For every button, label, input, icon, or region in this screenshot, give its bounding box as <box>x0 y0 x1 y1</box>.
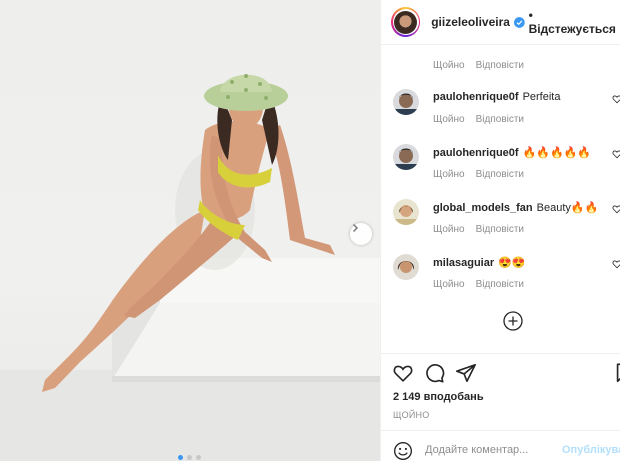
post-comment-button[interactable]: Опублікува <box>562 444 620 456</box>
verified-badge-icon <box>513 16 525 28</box>
carousel-dot <box>178 455 183 460</box>
post-time: ЩОЙНО <box>393 410 430 420</box>
comment-meta: Щойно Відповісти <box>433 60 524 71</box>
comment-username[interactable]: paulohenrique0f <box>433 91 519 103</box>
heart-icon[interactable] <box>612 259 620 269</box>
reply-button[interactable]: Відповісти <box>476 224 524 235</box>
avatar[interactable] <box>391 7 421 37</box>
post-header: giizeleoliveira • Відстежується <box>381 0 620 45</box>
comment-text: Beauty🔥🔥 <box>536 202 599 214</box>
avatar[interactable] <box>393 254 419 280</box>
heart-icon[interactable] <box>612 149 620 159</box>
following-label[interactable]: • Відстежується <box>529 8 620 36</box>
heart-icon[interactable] <box>612 204 620 214</box>
reply-button[interactable]: Відповісти <box>476 60 524 71</box>
add-comment-bar: Опублікува <box>381 430 620 463</box>
reply-button[interactable]: Відповісти <box>476 279 524 290</box>
comment-icon[interactable] <box>423 362 445 384</box>
comment-meta: Щойно Відповісти <box>433 224 524 235</box>
comment-time: Щойно <box>433 279 465 290</box>
share-icon[interactable] <box>455 362 477 384</box>
post-actions: 2 149 вподобань ЩОЙНО Опублікува <box>381 353 620 462</box>
avatar[interactable] <box>393 89 419 115</box>
heart-icon[interactable] <box>392 362 414 384</box>
comment-meta: Щойно Відповісти <box>433 114 524 125</box>
post-username[interactable]: giizeleoliveira <box>431 15 510 29</box>
comment-username[interactable]: global_models_fan <box>433 202 533 214</box>
carousel-next-button[interactable] <box>350 223 372 245</box>
post-photo[interactable] <box>0 0 380 461</box>
carousel-dots <box>178 455 201 460</box>
reply-button[interactable]: Відповісти <box>476 169 524 180</box>
comment-input[interactable] <box>425 444 555 456</box>
comment-meta: Щойно Відповісти <box>433 279 524 290</box>
reply-button[interactable]: Відповісти <box>476 114 524 125</box>
post-side-panel: giizeleoliveira • Відстежується Щойно Ві… <box>380 0 620 461</box>
comment-time: Щойно <box>433 169 465 180</box>
comment-text: Perfeita <box>522 91 561 103</box>
comment-time: Щойно <box>433 114 465 125</box>
comment-text: 🔥🔥🔥🔥🔥 <box>522 147 592 159</box>
bookmark-icon[interactable] <box>613 362 620 384</box>
heart-icon[interactable] <box>612 94 620 104</box>
comment-time: Щойно <box>433 60 465 71</box>
comment-username[interactable]: milasaguiar <box>433 257 494 269</box>
carousel-dot <box>187 455 192 460</box>
avatar[interactable] <box>393 199 419 225</box>
plus-circle-icon[interactable] <box>503 311 523 331</box>
next-arrow-icon <box>352 223 359 233</box>
photo-illustration <box>0 74 380 461</box>
comment-username[interactable]: paulohenrique0f <box>433 147 519 159</box>
emoji-icon[interactable] <box>393 441 413 461</box>
comment-time: Щойно <box>433 224 465 235</box>
carousel-dot <box>196 455 201 460</box>
avatar[interactable] <box>393 144 419 170</box>
comment-text: 😍😍 <box>498 257 526 269</box>
likes-count[interactable]: 2 149 вподобань <box>393 391 484 403</box>
comment-meta: Щойно Відповісти <box>433 169 524 180</box>
